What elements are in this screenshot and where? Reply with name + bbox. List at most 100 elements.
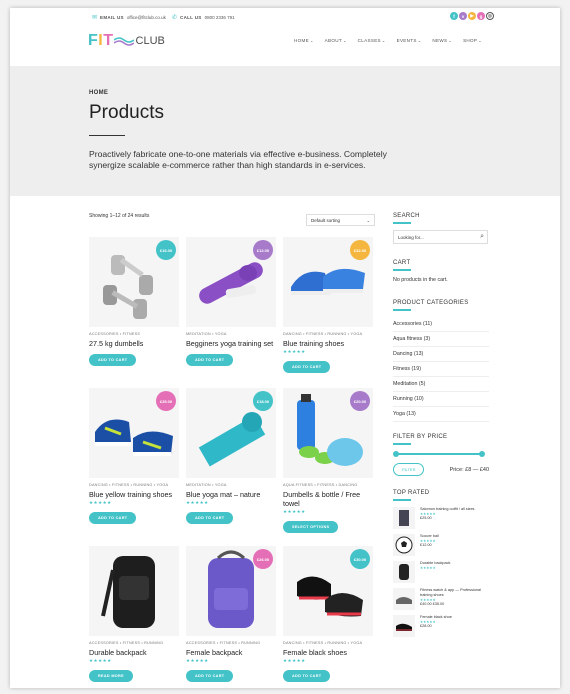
category-item[interactable]: Dancing (13): [393, 347, 489, 362]
logo[interactable]: FIT CLUB: [88, 32, 165, 50]
product-card[interactable]: £26.00 ACCESSORIES • FITNESS • RUNNING Fem…: [186, 546, 276, 682]
price-slider-max-handle[interactable]: [479, 451, 485, 457]
category-item[interactable]: Accessories (11): [393, 317, 489, 332]
product-image[interactable]: £20.00: [283, 388, 373, 478]
top-rated-thumbnail[interactable]: [393, 507, 415, 529]
product-name[interactable]: Blue yoga mat – nature: [186, 490, 276, 499]
product-name[interactable]: 27.5 kg dumbells: [89, 339, 179, 348]
add-to-cart-button[interactable]: SELECT OPTIONS: [283, 521, 339, 533]
top-rated-thumbnail[interactable]: [393, 534, 415, 556]
product-card[interactable]: £30.00 DANCING • FITNESS • RUNNING • YOGA…: [283, 546, 373, 682]
sort-value: Default sorting: [311, 218, 341, 223]
product-name[interactable]: Begginers yoga training set: [186, 339, 276, 348]
product-categories[interactable]: ACCESSORIES • FITNESS • RUNNING: [89, 641, 179, 645]
product-card[interactable]: £20.00 AQUA FITNESS • FITNESS • DANCING Du…: [283, 388, 373, 533]
top-rated-item[interactable]: Durable backpack ★★★★★: [393, 561, 489, 583]
add-to-cart-button[interactable]: ADD TO CART: [283, 670, 331, 682]
top-rated-thumbnail[interactable]: [393, 615, 415, 637]
add-to-cart-button[interactable]: ADD TO CART: [283, 361, 331, 373]
product-categories[interactable]: DANCING • FITNESS • RUNNING • YOGA: [283, 641, 373, 645]
top-rated-list: Salomon training outfit / all sizes ★★★★★…: [393, 507, 489, 637]
product-name[interactable]: Blue yellow training shoes: [89, 490, 179, 499]
product-name[interactable]: Female backpack: [186, 648, 276, 657]
add-to-cart-button[interactable]: ADD TO CART: [186, 670, 234, 682]
filter-row: FILTER Price: £8 — £40: [393, 463, 489, 476]
price-slider-min-handle[interactable]: [393, 451, 399, 457]
top-rated-thumbnail[interactable]: [393, 588, 415, 610]
price-slider[interactable]: [393, 451, 485, 457]
nav-news[interactable]: NEWS⌄: [432, 38, 452, 43]
dribbble-icon[interactable]: ◎: [486, 12, 494, 20]
product-categories[interactable]: DANCING • FITNESS • RUNNING • YOGA: [283, 332, 373, 336]
nav-classes[interactable]: CLASSES⌄: [358, 38, 386, 43]
add-to-cart-button[interactable]: ADD TO CART: [186, 354, 234, 366]
price-range: Price: £8 — £40: [449, 466, 489, 473]
product-categories[interactable]: ACCESSORIES • FITNESS • RUNNING: [186, 641, 276, 645]
chevron-down-icon: ⌄: [309, 38, 314, 43]
category-item[interactable]: Meditation (5): [393, 377, 489, 392]
top-rated-item[interactable]: Female black shoe ★★★★★ £28.00: [393, 615, 489, 637]
googleplus-icon[interactable]: g: [477, 12, 485, 20]
vimeo-icon[interactable]: v: [459, 12, 467, 20]
product-image[interactable]: £18.00: [186, 388, 276, 478]
nav-events[interactable]: EVENTS⌄: [397, 38, 422, 43]
nav-home[interactable]: HOME⌄: [294, 38, 314, 43]
product-categories[interactable]: AQUA FITNESS • FITNESS • DANCING: [283, 483, 373, 487]
product-name[interactable]: Blue training shoes: [283, 339, 373, 348]
nav-shop[interactable]: SHOP⌄: [463, 38, 482, 43]
chevron-down-icon: ⌄: [417, 38, 422, 43]
result-count: Showing 1–12 of 24 results: [89, 213, 150, 219]
top-rated-item[interactable]: Soccer ball ★★★★★ £12.00: [393, 534, 489, 556]
product-image[interactable]: £26.00: [186, 546, 276, 636]
product-image[interactable]: £30.00: [283, 546, 373, 636]
top-rated-item[interactable]: Salomon training outfit / all sizes ★★★★★…: [393, 507, 489, 529]
product-card[interactable]: £18.00 MEDITATION • YOGA Blue yoga mat – n…: [186, 388, 276, 524]
price-badge: £16.00: [156, 240, 176, 260]
product-image[interactable]: £32.00: [283, 237, 373, 327]
product-card[interactable]: ACCESSORIES • FITNESS • RUNNING Durable b…: [89, 546, 179, 682]
product-categories[interactable]: DANCING • FITNESS • RUNNING • YOGA: [89, 483, 179, 487]
youtube-icon[interactable]: ▶: [468, 12, 476, 20]
mail-icon: ✉: [92, 15, 98, 21]
sidebar: SEARCH Looking for... ⌕ CART No products…: [393, 213, 489, 642]
category-item[interactable]: Yoga (13): [393, 407, 489, 422]
product-name[interactable]: Durable backpack: [89, 648, 179, 657]
chevron-down-icon: ⌄: [342, 38, 347, 43]
top-rated-name[interactable]: Fitness watch & app — Professional train…: [420, 588, 489, 598]
add-to-cart-button[interactable]: ADD TO CART: [89, 354, 137, 366]
price-badge: £18.00: [253, 391, 273, 411]
product-name[interactable]: Dumbells & bottle / Free towel: [283, 490, 373, 508]
product-categories[interactable]: MEDITATION • YOGA: [186, 332, 276, 336]
email-contact[interactable]: ✉ EMAIL US office@fitclub.co.uk: [92, 14, 166, 21]
product-image[interactable]: £16.00: [89, 237, 179, 327]
breadcrumb[interactable]: HOME: [89, 90, 108, 96]
category-item[interactable]: Fitness (19): [393, 362, 489, 377]
top-rated-widget-title: TOP RATED: [393, 490, 430, 496]
sort-select[interactable]: Default sorting ⌄: [306, 214, 375, 226]
product-card[interactable]: £32.00 DANCING • FITNESS • RUNNING • YOGA…: [283, 237, 373, 373]
email-value[interactable]: office@fitclub.co.uk: [127, 15, 166, 20]
category-item[interactable]: Aqua fitness (3): [393, 332, 489, 347]
product-name[interactable]: Female black shoes: [283, 648, 373, 657]
rating-stars: ★★★★★: [89, 500, 112, 505]
top-rated-price: £40.00 £35.00: [420, 602, 445, 606]
top-rated-item[interactable]: Fitness watch & app — Professional train…: [393, 588, 489, 610]
search-icon[interactable]: ⌕: [480, 233, 484, 241]
nav-about[interactable]: ABOUT⌄: [325, 38, 347, 43]
product-card[interactable]: £16.00 ACCESSORIES • FITNESS 27.5 kg dumbe…: [89, 237, 179, 366]
product-image[interactable]: [89, 546, 179, 636]
filter-button[interactable]: FILTER: [393, 463, 425, 476]
product-card[interactable]: £35.00 DANCING • FITNESS • RUNNING • YOGA…: [89, 388, 179, 524]
product-image[interactable]: £12.00: [186, 237, 276, 327]
product-categories[interactable]: MEDITATION • YOGA: [186, 483, 276, 487]
product-categories[interactable]: ACCESSORIES • FITNESS: [89, 332, 179, 336]
product-card[interactable]: £12.00 MEDITATION • YOGA Begginers yoga tr…: [186, 237, 276, 366]
facebook-icon[interactable]: f: [450, 12, 458, 20]
search-input[interactable]: Looking for... ⌕: [393, 230, 488, 244]
add-to-cart-button[interactable]: ADD TO CART: [89, 512, 137, 524]
add-to-cart-button[interactable]: ADD TO CART: [186, 512, 234, 524]
category-item[interactable]: Running (10): [393, 392, 489, 407]
product-image[interactable]: £35.00: [89, 388, 179, 478]
add-to-cart-button[interactable]: READ MORE: [89, 670, 133, 682]
top-rated-thumbnail[interactable]: [393, 561, 415, 583]
